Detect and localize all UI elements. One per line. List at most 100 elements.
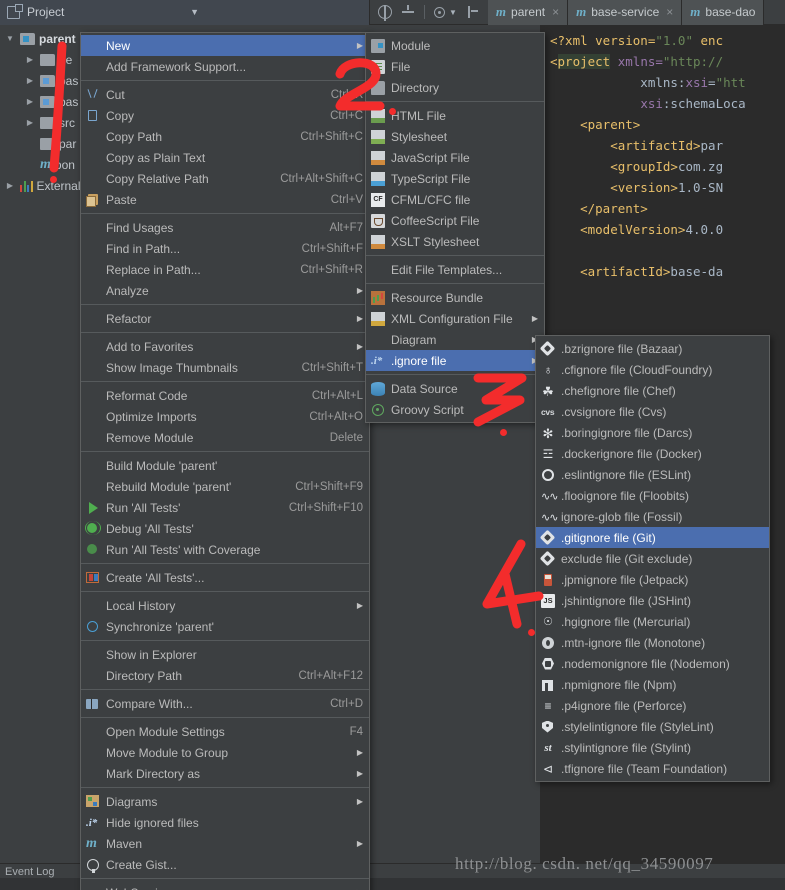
menu-item-copy-as-plain-text[interactable]: Copy as Plain Text bbox=[81, 147, 369, 168]
menu-item-find-usages[interactable]: Find Usages Alt+F7 bbox=[81, 217, 369, 238]
new-item-cfml-cfc-file[interactable]: CF CFML/CFC file bbox=[366, 189, 544, 210]
menu-item-label: exclude file (Git exclude) bbox=[561, 551, 693, 566]
new-item-directory[interactable]: Directory bbox=[366, 77, 544, 98]
new-item-xml-configuration-file[interactable]: XML Configuration File ▶ bbox=[366, 308, 544, 329]
menu-item-diagrams[interactable]: Diagrams ▶ bbox=[81, 791, 369, 812]
ignore-item-eslintignore-file-eslint[interactable]: .eslintignore file (ESLint) bbox=[536, 464, 769, 485]
menu-item-local-history[interactable]: Local History ▶ bbox=[81, 595, 369, 616]
ignore-item-p4ignore-file-perforce[interactable]: ≡ .p4ignore file (Perforce) bbox=[536, 695, 769, 716]
menu-item-run-all-tests[interactable]: Run 'All Tests' Ctrl+Shift+F10 bbox=[81, 497, 369, 518]
ignore-item-flooignore-file-floobits[interactable]: ∿∿ .flooignore file (Floobits) bbox=[536, 485, 769, 506]
new-item-ignore-file[interactable]: .i*.ignore file▶ bbox=[366, 350, 544, 371]
new-item-stylesheet[interactable]: Stylesheet bbox=[366, 126, 544, 147]
menu-item-copy-path[interactable]: Copy Path Ctrl+Shift+C bbox=[81, 126, 369, 147]
menu-item-new[interactable]: New ▶ bbox=[81, 35, 369, 56]
ignore-item-jpmignore-file-jetpack[interactable]: .jpmignore file (Jetpack) bbox=[536, 569, 769, 590]
ignore-item-dockerignore-file-docker[interactable]: ☲ .dockerignore file (Docker) bbox=[536, 443, 769, 464]
close-icon[interactable]: × bbox=[666, 5, 673, 19]
collapse-all-icon[interactable] bbox=[401, 5, 415, 19]
new-item-coffeescript-file[interactable]: CoffeeScript File bbox=[366, 210, 544, 231]
top-bar: Project ▼ ▼ m parent × m base-service × m base-… bbox=[0, 0, 785, 25]
ignore-item-boringignore-file-darcs[interactable]: ✻ .boringignore file (Darcs) bbox=[536, 422, 769, 443]
menu-item-find-in-path[interactable]: Find in Path... Ctrl+Shift+F bbox=[81, 238, 369, 259]
menu-item-compare-with[interactable]: Compare With... Ctrl+D bbox=[81, 693, 369, 714]
ignore-item-cvsignore-file-cvs[interactable]: cvs .cvsignore file (Cvs) bbox=[536, 401, 769, 422]
chevron-down-icon[interactable]: ▼ bbox=[4, 34, 16, 43]
menu-item-analyze[interactable]: Analyze ▶ bbox=[81, 280, 369, 301]
sync-icon[interactable] bbox=[378, 5, 392, 21]
menu-item-run-all-tests-with-coverage[interactable]: Run 'All Tests' with Coverage bbox=[81, 539, 369, 560]
ignore-item-stylintignore-file-stylint[interactable]: st .stylintignore file (Stylint) bbox=[536, 737, 769, 758]
menu-item-copy-relative-path[interactable]: Copy Relative Path Ctrl+Alt+Shift+C bbox=[81, 168, 369, 189]
ignore-item-exclude-file-git-exclude[interactable]: exclude file (Git exclude) bbox=[536, 548, 769, 569]
menu-item-directory-path[interactable]: Directory Path Ctrl+Alt+F12 bbox=[81, 665, 369, 686]
menu-item-move-module-to-group[interactable]: Move Module to Group ▶ bbox=[81, 742, 369, 763]
new-item-groovy-script[interactable]: Groovy Script bbox=[366, 399, 544, 420]
ignore-item-mtn-ignore-file-monotone[interactable]: .mtn-ignore file (Monotone) bbox=[536, 632, 769, 653]
ignore-item-stylelintignore-file-stylelint[interactable]: .stylelintignore file (StyleLint) bbox=[536, 716, 769, 737]
menu-item-mark-directory-as[interactable]: Mark Directory as ▶ bbox=[81, 763, 369, 784]
menu-item-show-image-thumbnails[interactable]: Show Image Thumbnails Ctrl+Shift+T bbox=[81, 357, 369, 378]
ignore-item-npmignore-file-npm[interactable]: .npmignore file (Npm) bbox=[536, 674, 769, 695]
menu-item-paste[interactable]: Paste Ctrl+V bbox=[81, 189, 369, 210]
ignore-file-submenu[interactable]: .bzrignore file (Bazaar) ♁ .cfignore file … bbox=[535, 335, 770, 782]
chevron-right-icon[interactable]: ▶ bbox=[4, 181, 16, 190]
new-item-file[interactable]: File bbox=[366, 56, 544, 77]
new-item-edit-file-templates[interactable]: Edit File Templates... bbox=[366, 259, 544, 280]
menu-item-refactor[interactable]: Refactor ▶ bbox=[81, 308, 369, 329]
ignore-item-nodemonignore-file-nodemon[interactable]: .nodemonignore file (Nodemon) bbox=[536, 653, 769, 674]
menu-item-create-all-tests[interactable]: Create 'All Tests'... bbox=[81, 567, 369, 588]
menu-item-debug-all-tests[interactable]: Debug 'All Tests' bbox=[81, 518, 369, 539]
new-item-module[interactable]: Module bbox=[366, 35, 544, 56]
menu-item-webservices[interactable]: WebServices▶ bbox=[81, 882, 369, 890]
menu-item-copy[interactable]: Copy Ctrl+C bbox=[81, 105, 369, 126]
ignore-item-chefignore-file-chef[interactable]: ☘ .chefignore file (Chef) bbox=[536, 380, 769, 401]
menu-item-maven[interactable]: m Maven ▶ bbox=[81, 833, 369, 854]
tab-base-dao[interactable]: m base-dao bbox=[682, 0, 765, 25]
ignore-item-tfignore-file-team-foundation[interactable]: ⊲ .tfignore file (Team Foundation) bbox=[536, 758, 769, 779]
new-item-javascript-file[interactable]: JavaScript File bbox=[366, 147, 544, 168]
menu-item-build-module-parent[interactable]: Build Module 'parent' bbox=[81, 455, 369, 476]
tab-parent[interactable]: m parent × bbox=[487, 0, 569, 25]
menu-item-cut[interactable]: Cut Ctrl+X bbox=[81, 84, 369, 105]
menu-item-open-module-settings[interactable]: Open Module Settings F4 bbox=[81, 721, 369, 742]
new-item-resource-bundle[interactable]: Resource Bundle bbox=[366, 287, 544, 308]
settings-gear-icon[interactable] bbox=[434, 6, 445, 18]
new-item-typescript-file[interactable]: TypeScript File bbox=[366, 168, 544, 189]
chevron-right-icon[interactable]: ▶ bbox=[24, 118, 36, 127]
new-item-xslt-stylesheet[interactable]: XSLT Stylesheet bbox=[366, 231, 544, 252]
menu-item-add-to-favorites[interactable]: Add to Favorites ▶ bbox=[81, 336, 369, 357]
hide-icon[interactable] bbox=[466, 5, 480, 19]
new-item-diagram[interactable]: Diagram▶ bbox=[366, 329, 544, 350]
ignore-item-hgignore-file-mercurial[interactable]: ☉ .hgignore file (Mercurial) bbox=[536, 611, 769, 632]
maven-icon: m bbox=[40, 156, 51, 172]
chevron-right-icon[interactable]: ▶ bbox=[24, 76, 36, 85]
menu-item-synchronize-parent[interactable]: Synchronize 'parent' bbox=[81, 616, 369, 637]
ignore-item-jshintignore-file-jshint[interactable]: JS .jshintignore file (JSHint) bbox=[536, 590, 769, 611]
menu-item-reformat-code[interactable]: Reformat Code Ctrl+Alt+L bbox=[81, 385, 369, 406]
chevron-down-icon[interactable]: ▼ bbox=[449, 8, 457, 17]
new-item-data-source[interactable]: Data Source bbox=[366, 378, 544, 399]
menu-item-optimize-imports[interactable]: Optimize Imports Ctrl+Alt+O bbox=[81, 406, 369, 427]
menu-item-create-gist[interactable]: Create Gist... bbox=[81, 854, 369, 875]
new-submenu[interactable]: Module File Directory HTML File Stylesheet Ja… bbox=[365, 32, 545, 423]
ignore-item-bzrignore-file-bazaar[interactable]: .bzrignore file (Bazaar) bbox=[536, 338, 769, 359]
context-menu[interactable]: New ▶ Add Framework Support... Cut Ctrl+X Cop… bbox=[80, 32, 370, 890]
menu-item-show-in-explorer[interactable]: Show in Explorer bbox=[81, 644, 369, 665]
ignore-item-ignore-glob-file-fossil[interactable]: ∿∿ ignore-glob file (Fossil) bbox=[536, 506, 769, 527]
menu-item-hide-ignored-files[interactable]: .i* Hide ignored files bbox=[81, 812, 369, 833]
chevron-right-icon[interactable]: ▶ bbox=[24, 55, 36, 64]
menu-item-rebuild-module-parent[interactable]: Rebuild Module 'parent' Ctrl+Shift+F9 bbox=[81, 476, 369, 497]
ignore-item-cfignore-file-cloudfoundry[interactable]: ♁ .cfignore file (CloudFoundry) bbox=[536, 359, 769, 380]
chevron-right-icon[interactable]: ▶ bbox=[24, 97, 36, 106]
ignore-item-gitignore-file-git[interactable]: .gitignore file (Git) bbox=[536, 527, 769, 548]
project-panel-header[interactable]: Project ▼ bbox=[0, 0, 370, 25]
event-log-button[interactable]: Event Log bbox=[5, 866, 55, 878]
menu-item-remove-module[interactable]: Remove Module Delete bbox=[81, 427, 369, 448]
menu-item-add-framework-support[interactable]: Add Framework Support... bbox=[81, 56, 369, 77]
icon-placeholder bbox=[85, 766, 102, 782]
close-icon[interactable]: × bbox=[552, 5, 559, 19]
menu-item-replace-in-path[interactable]: Replace in Path... Ctrl+Shift+R bbox=[81, 259, 369, 280]
tab-base-service[interactable]: m base-service × bbox=[568, 0, 683, 25]
chevron-down-icon[interactable]: ▼ bbox=[190, 7, 199, 17]
